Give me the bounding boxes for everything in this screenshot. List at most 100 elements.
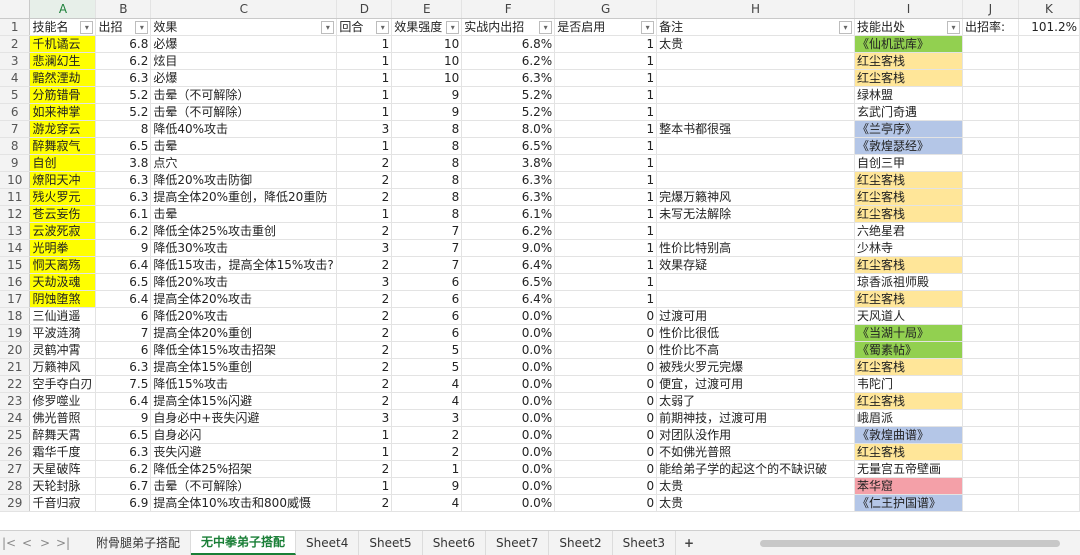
skill-name-cell[interactable]: 苍云妄伤 [29,205,97,223]
enabled-cell[interactable]: 0 [554,324,658,342]
empty-cell-k[interactable] [1018,256,1080,274]
chuzhao-cell[interactable]: 6.2 [95,222,152,240]
row-number[interactable]: 10 [0,171,31,189]
skill-name-cell[interactable]: 残火罗元 [29,188,97,206]
note-cell[interactable]: 未写无法解除 [656,205,856,223]
source-cell[interactable]: 少林寺 [854,239,963,257]
round-cell[interactable]: 1 [336,426,393,444]
row-number[interactable]: 11 [0,188,31,206]
source-cell[interactable]: 峨眉派 [854,409,963,427]
skill-name-cell[interactable]: 自创 [29,154,97,172]
enabled-cell[interactable]: 0 [554,392,658,410]
empty-cell-j[interactable] [962,375,1019,393]
prev-sheet-button[interactable]: < [18,536,36,550]
add-sheet-button[interactable]: + [676,536,702,550]
filter-dropdown-icon[interactable]: ▾ [321,20,335,34]
skill-name-cell[interactable]: 霜华千度 [29,443,97,461]
note-cell[interactable]: 前期神技，过渡可用 [656,409,856,427]
empty-cell-j[interactable] [962,409,1019,427]
actual-rate-cell[interactable]: 6.4% [461,256,556,274]
empty-cell-k[interactable] [1018,273,1080,291]
note-cell[interactable]: 性价比很低 [656,324,856,342]
skill-name-cell[interactable]: 天劫汲魂 [29,273,97,291]
empty-cell-j[interactable] [962,494,1019,512]
strength-cell[interactable]: 10 [391,52,463,70]
enabled-cell[interactable]: 1 [554,52,658,70]
source-cell[interactable]: 天风道人 [854,307,963,325]
source-cell[interactable]: 红尘客栈 [854,256,963,274]
source-cell[interactable]: 绿林盟 [854,86,963,104]
source-cell[interactable]: 红尘客栈 [854,443,963,461]
actual-rate-cell[interactable]: 0.0% [461,392,556,410]
effect-cell[interactable]: 点穴 [150,154,338,172]
effect-cell[interactable]: 击晕 [150,205,338,223]
strength-cell[interactable]: 4 [391,494,463,512]
round-cell[interactable]: 1 [336,52,393,70]
empty-cell-k[interactable] [1018,358,1080,376]
empty-cell-j[interactable] [962,307,1019,325]
chuzhao-cell[interactable]: 6.4 [95,392,152,410]
header-cell-i[interactable]: 技能出处 ▾ [854,18,963,36]
actual-rate-cell[interactable]: 6.3% [461,188,556,206]
empty-cell-k[interactable] [1018,86,1080,104]
sheet-tab[interactable]: 无中拳弟子搭配 [191,531,297,555]
actual-rate-cell[interactable]: 6.2% [461,52,556,70]
skill-name-cell[interactable]: 灵鹤冲霄 [29,341,97,359]
enabled-cell[interactable]: 0 [554,358,658,376]
column-header-h[interactable]: H [656,0,856,19]
row-number[interactable]: 7 [0,120,31,138]
skill-name-cell[interactable]: 光明拳 [29,239,97,257]
actual-rate-cell[interactable]: 0.0% [461,426,556,444]
empty-cell-k[interactable] [1018,375,1080,393]
source-cell[interactable]: 红尘客栈 [854,290,963,308]
note-cell[interactable] [656,86,856,104]
skill-name-cell[interactable]: 空手夺白刃 [29,375,97,393]
filter-dropdown-icon[interactable]: ▾ [446,20,460,34]
actual-rate-cell[interactable]: 6.4% [461,290,556,308]
empty-cell-k[interactable] [1018,137,1080,155]
skill-name-cell[interactable]: 分筋错骨 [29,86,97,104]
strength-cell[interactable]: 7 [391,239,463,257]
empty-cell-k[interactable] [1018,443,1080,461]
round-cell[interactable]: 2 [336,392,393,410]
source-cell[interactable]: 《兰亭序》 [854,120,963,138]
actual-rate-cell[interactable]: 3.8% [461,154,556,172]
actual-rate-cell[interactable]: 6.5% [461,137,556,155]
filter-dropdown-icon[interactable]: ▾ [135,20,149,34]
empty-cell-j[interactable] [962,358,1019,376]
skill-name-cell[interactable]: 游龙穿云 [29,120,97,138]
empty-cell-k[interactable] [1018,239,1080,257]
row-number[interactable]: 17 [0,290,31,308]
effect-cell[interactable]: 降低20%攻击 [150,307,338,325]
header-cell-a[interactable]: 技能名 ▾ [29,18,97,36]
column-header-c[interactable]: C [150,0,338,19]
note-cell[interactable] [656,103,856,121]
enabled-cell[interactable]: 1 [554,86,658,104]
skill-name-cell[interactable]: 三仙逍遥 [29,307,97,325]
effect-cell[interactable]: 提高全体15%重创 [150,358,338,376]
empty-cell-j[interactable] [962,341,1019,359]
row-number[interactable]: 14 [0,239,31,257]
strength-cell[interactable]: 4 [391,392,463,410]
effect-cell[interactable]: 降低全体15%攻击招架 [150,341,338,359]
enabled-cell[interactable]: 1 [554,205,658,223]
round-cell[interactable]: 1 [336,477,393,495]
skill-name-cell[interactable]: 天轮封脉 [29,477,97,495]
effect-cell[interactable]: 降低40%攻击 [150,120,338,138]
effect-cell[interactable]: 必爆 [150,35,338,53]
row-number[interactable]: 22 [0,375,31,393]
row-number[interactable]: 16 [0,273,31,291]
effect-cell[interactable]: 自身必闪 [150,426,338,444]
skill-name-cell[interactable]: 千音归寂 [29,494,97,512]
row-number[interactable]: 15 [0,256,31,274]
source-cell[interactable]: 红尘客栈 [854,52,963,70]
effect-cell[interactable]: 提高全体20%攻击 [150,290,338,308]
round-cell[interactable]: 2 [336,188,393,206]
effect-cell[interactable]: 丧失闪避 [150,443,338,461]
strength-cell[interactable]: 9 [391,477,463,495]
chuzhao-cell[interactable]: 6.2 [95,460,152,478]
empty-cell-j[interactable] [962,205,1019,223]
first-sheet-button[interactable]: |< [0,536,18,550]
row-number[interactable]: 20 [0,341,31,359]
strength-cell[interactable]: 6 [391,307,463,325]
